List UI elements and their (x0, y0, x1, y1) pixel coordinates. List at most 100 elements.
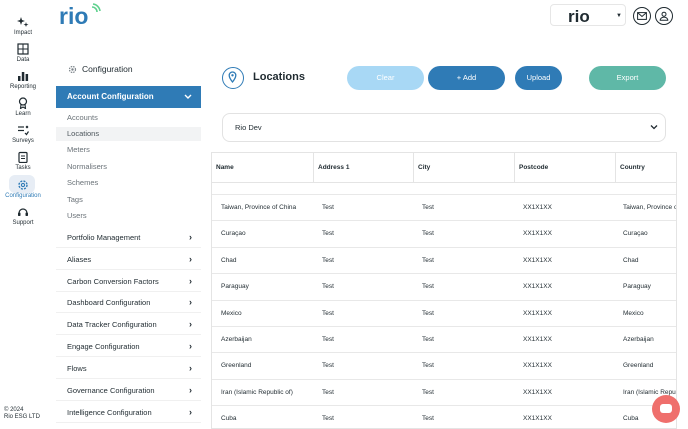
table-row[interactable]: Iran (Islamic Republic of) Test Test XX1X1X… (212, 378, 676, 405)
cell-name: Mexico (221, 309, 242, 317)
config-item-tags[interactable]: Tags (56, 193, 201, 207)
cell-city: Test (422, 283, 434, 291)
column-header-country[interactable]: Country (615, 153, 676, 182)
cell-country: Chad (623, 256, 639, 264)
cell-country: Paraguay (623, 283, 651, 291)
cell-postcode: XX1X1XX (523, 256, 552, 264)
cell-country: Mexico (623, 309, 644, 317)
nav-data[interactable]: Data (0, 43, 46, 63)
nav-label: Learn (15, 111, 31, 117)
config-item-normalisers[interactable]: Normalisers (56, 160, 201, 174)
clipboard-icon (18, 151, 28, 163)
column-header-name[interactable]: Name (212, 153, 312, 182)
nav-reporting[interactable]: Reporting (0, 70, 46, 90)
cell-address: Test (322, 415, 334, 423)
cell-postcode: XX1X1XX (523, 230, 552, 238)
group-carbon-conversion-factors[interactable]: Carbon Conversion Factors › (56, 271, 201, 292)
column-header-postcode[interactable]: Postcode (514, 153, 614, 182)
config-item-accounts[interactable]: Accounts (56, 111, 201, 125)
table-row[interactable]: Mexico Test Test XX1X1XX Mexico (212, 299, 676, 326)
clear-button[interactable]: Clear (347, 66, 424, 90)
group-flows[interactable]: Flows › (56, 358, 201, 379)
cell-address: Test (322, 256, 334, 264)
chevron-right-icon: › (189, 407, 192, 417)
messages-button[interactable] (633, 7, 651, 25)
column-header-city[interactable]: City (413, 153, 513, 182)
export-button[interactable]: Export (589, 66, 666, 90)
group-governance-configuration[interactable]: Governance Configuration › (56, 380, 201, 401)
config-item-meters[interactable]: Meters (56, 143, 201, 157)
nav-tasks[interactable]: Tasks (0, 151, 46, 171)
grid-icon (17, 43, 29, 55)
gear-icon (68, 65, 77, 73)
group-data-tracker-configuration[interactable]: Data Tracker Configuration › (56, 314, 201, 335)
cell-name: Iran (Islamic Republic of) (221, 388, 293, 396)
nav-configuration[interactable]: Configuration (0, 175, 46, 199)
svg-text:rio: rio (568, 8, 590, 24)
add-location-button[interactable]: + Add (428, 66, 505, 90)
group-dashboard-configuration[interactable]: Dashboard Configuration › (56, 292, 201, 313)
cell-address: Test (322, 230, 334, 238)
nav-learn[interactable]: Learn (0, 97, 46, 117)
copyright: © 2024 Rio ESG LTD (4, 407, 40, 420)
cell-postcode: XX1X1XX (523, 388, 552, 396)
table-row[interactable]: Paraguay Test Test XX1X1XX Paraguay (212, 273, 676, 299)
cell-name: Taiwan, Province of China (221, 204, 297, 211)
gear-icon (18, 180, 28, 190)
location-pin-icon (222, 67, 244, 89)
table-row[interactable]: Azerbaijan Test Test XX1X1XX Azerbaijan (212, 326, 676, 352)
nav-label: Tasks (15, 165, 31, 171)
headset-icon (18, 208, 28, 216)
config-item-locations[interactable]: Locations (56, 127, 201, 141)
chevron-right-icon: › (189, 254, 192, 264)
cell-city: Test (422, 256, 434, 264)
group-aliases[interactable]: Aliases › (56, 249, 201, 270)
table-row[interactable]: Curaçao Test Test XX1X1XX Curaçao (212, 220, 676, 246)
account-configuration-toggle[interactable]: Account Configuration (56, 86, 201, 108)
table-row[interactable]: Chad Test Test XX1X1XX Chad (212, 246, 676, 273)
configuration-heading: Configuration (68, 64, 133, 74)
cell-name: Curaçao (221, 230, 246, 238)
page-title: Locations (253, 71, 305, 83)
cell-city: Test (422, 388, 434, 396)
organisation-select[interactable]: rio ▼ (550, 4, 626, 26)
table-row[interactable]: Cuba Test Test XX1X1XX Cuba (212, 405, 676, 428)
chevron-right-icon: › (189, 363, 192, 373)
cell-postcode: XX1X1XX (523, 362, 552, 370)
cell-address: Test (322, 204, 334, 211)
rio-logo[interactable]: rio (59, 3, 105, 29)
chat-bubble-icon (660, 404, 672, 413)
site-select[interactable]: Rio Dev (222, 113, 666, 142)
cell-country: Taiwan, Province of China (623, 204, 676, 211)
table-row[interactable]: Greenland Test Test XX1X1XX Greenland (212, 352, 676, 378)
profile-button[interactable] (655, 7, 673, 25)
config-item-schemes[interactable]: Schemes (56, 176, 201, 190)
cell-name: Paraguay (221, 283, 249, 291)
table-row[interactable]: Taiwan, Province of China Test Test XX1X1XX… (212, 194, 676, 220)
cell-city: Test (422, 309, 434, 317)
cell-city: Test (422, 362, 434, 370)
cell-postcode: XX1X1XX (523, 283, 552, 291)
nav-surveys[interactable]: Surveys (0, 124, 46, 144)
cell-address: Test (322, 362, 334, 370)
chevron-right-icon: › (189, 341, 192, 351)
upload-button[interactable]: Upload (515, 66, 562, 90)
nav-label: Configuration (5, 193, 41, 199)
nav-impact[interactable]: Impact (0, 16, 46, 36)
chevron-right-icon: › (189, 319, 192, 329)
group-engage-configuration[interactable]: Engage Configuration › (56, 336, 201, 357)
list-check-icon (18, 125, 29, 136)
cell-address: Test (322, 388, 334, 396)
nav-support[interactable]: Support (0, 206, 46, 226)
chevron-right-icon: › (189, 297, 192, 307)
cell-city: Test (422, 336, 434, 343)
cell-country: Greenland (623, 362, 654, 370)
chat-launcher-button[interactable] (652, 395, 680, 423)
group-portfolio-management[interactable]: Portfolio Management › (56, 227, 201, 248)
column-header-address[interactable]: Address 1 (313, 153, 413, 182)
nav-label: Support (12, 220, 34, 226)
config-item-users[interactable]: Users (56, 209, 201, 223)
chevron-down-icon (649, 114, 659, 152)
group-intelligence-configuration[interactable]: Intelligence Configuration › (56, 402, 201, 423)
award-icon (18, 97, 28, 109)
